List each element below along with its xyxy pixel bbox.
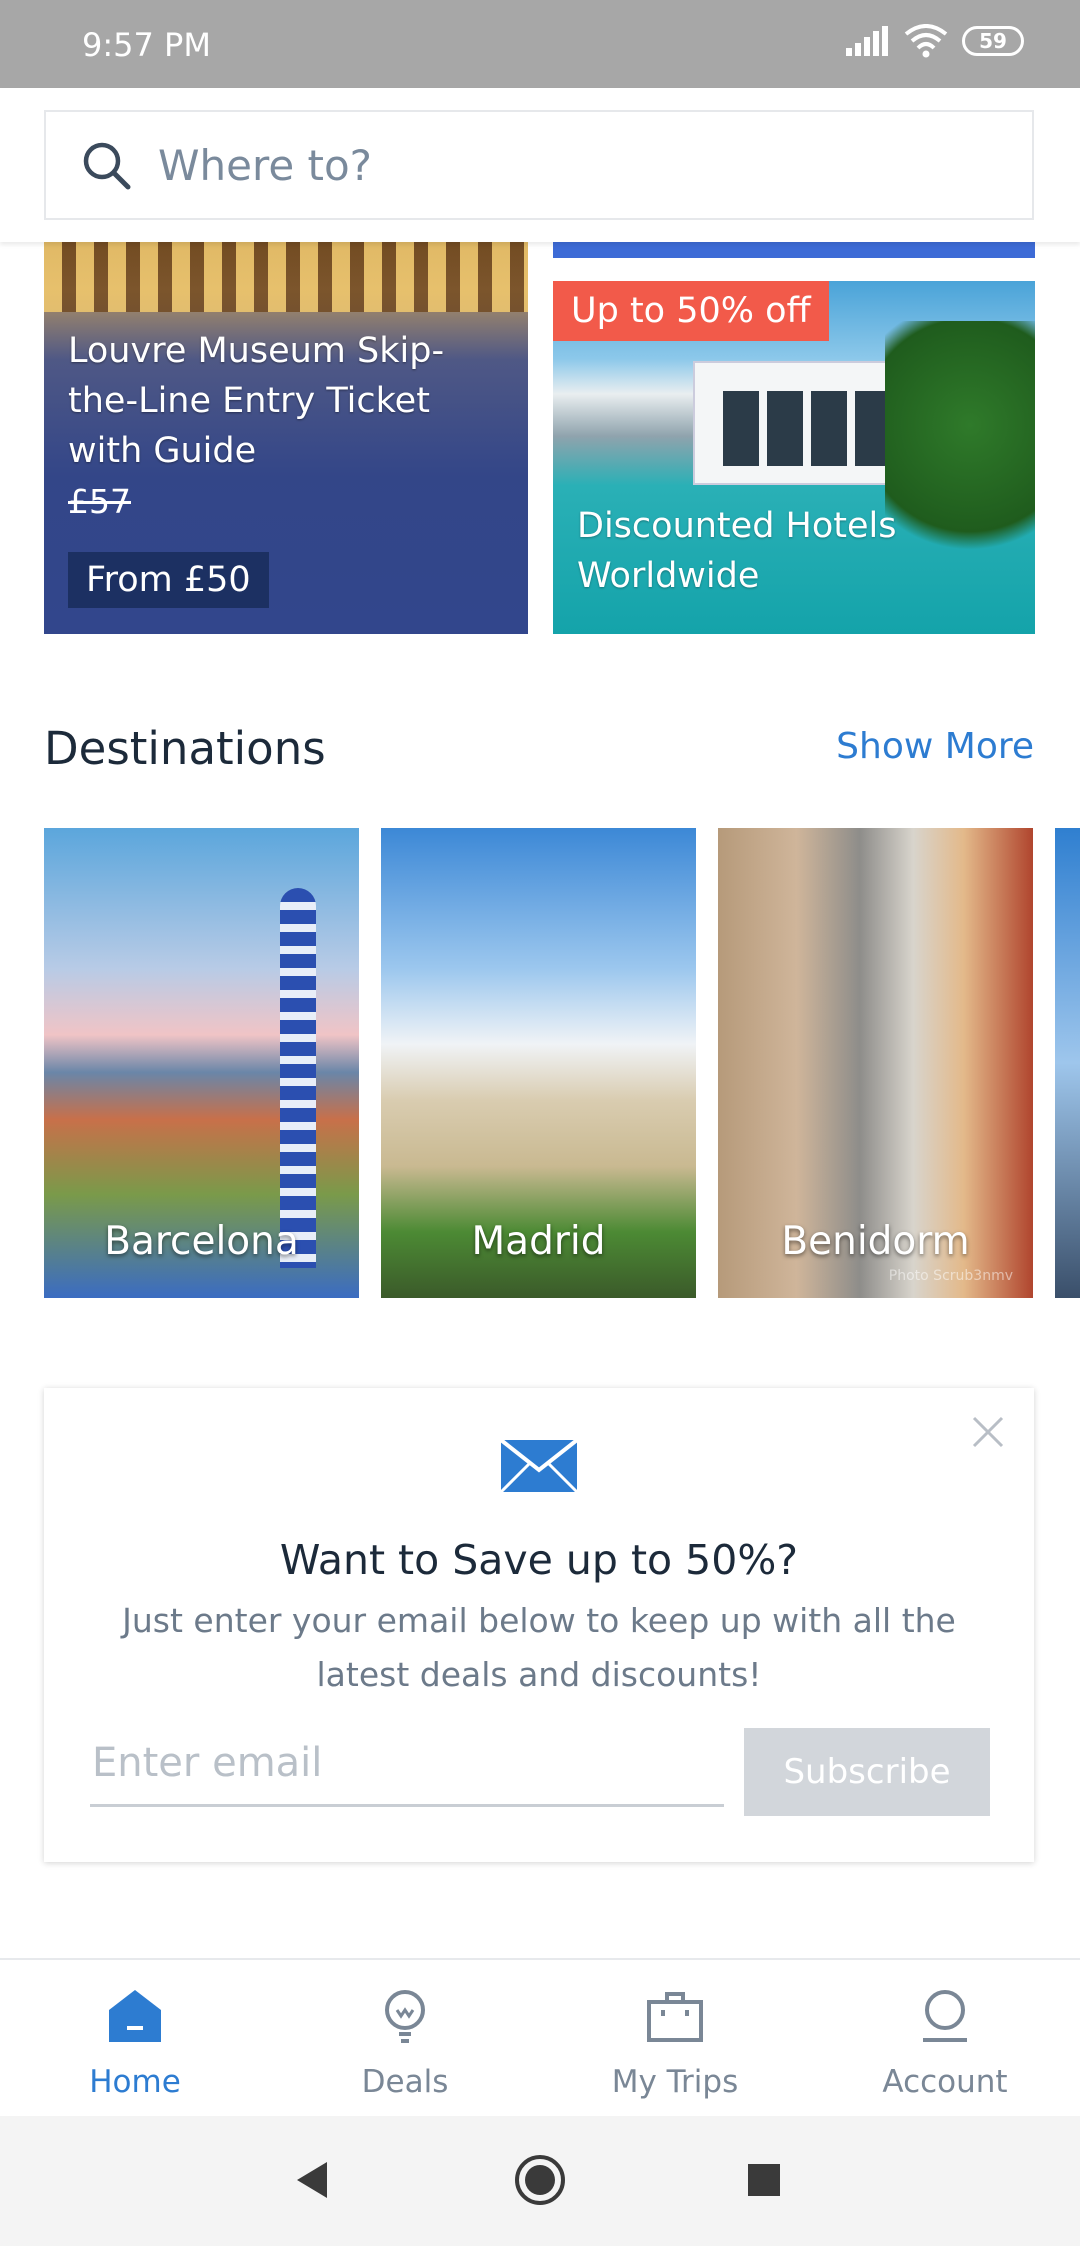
tab-label: Home [89,2064,181,2100]
tab-label: Deals [361,2064,449,2100]
tower-image [280,888,316,1268]
hotel-windows [723,391,893,466]
card-title: Discounted Hotels Worldwide [577,506,897,596]
destinations-header: Destinations Show More [44,722,1034,782]
destination-card-madrid[interactable]: Madrid [381,828,696,1298]
back-icon[interactable] [283,2150,343,2210]
battery-level: 59 [979,29,1007,53]
status-bar: 9:57 PM 59 [0,0,1080,88]
louvre-tour-card[interactable]: Louvre Museum Skip-the-Line Entry Ticket… [44,242,528,634]
status-icons: 59 [846,24,1024,58]
close-icon[interactable] [968,1412,1008,1452]
search-input[interactable] [156,139,960,191]
price-tag: From £50 [68,552,269,608]
recents-icon[interactable] [734,2150,794,2210]
newsletter-heading: Want to Save up to 50%? [279,1536,799,1584]
battery-indicator: 59 [962,26,1024,56]
destination-label: Barcelona [104,1219,299,1264]
tab-deals[interactable]: Deals [270,1960,540,2118]
system-nav-bar [0,2116,1080,2246]
destination-card-barcelona[interactable]: Barcelona [44,828,359,1298]
search-header [0,88,1080,242]
home-button-icon[interactable] [510,2150,570,2210]
photo-credit: Photo Scrub3nmv [888,1268,1013,1284]
subscribe-button[interactable]: Subscribe [744,1728,990,1816]
old-price: £57 [68,482,131,521]
tab-account[interactable]: Account [810,1960,1080,2118]
signal-icon [846,26,888,56]
section-title: Destinations [44,722,326,775]
tab-label: My Trips [611,2064,739,2100]
status-time: 9:57 PM [82,26,211,64]
destination-label: Madrid [471,1219,606,1264]
wifi-icon [904,24,948,58]
search-box[interactable] [44,110,1034,220]
search-icon [83,142,131,190]
tab-home[interactable]: Home [0,1960,270,2118]
newsletter-subtext: Just enter your email below to keep up w… [122,1601,956,1694]
newsletter-card: Want to Save up to 50%? Just enter your … [44,1388,1034,1862]
card-image-strip [553,242,1035,258]
tab-label: Account [882,2064,1008,2100]
lightbulb-icon [385,1990,425,2043]
home-icon [109,1990,161,2042]
show-more-link[interactable]: Show More [836,726,1034,767]
discount-badge: Up to 50% off [553,281,829,341]
hotels-deal-card[interactable]: Up to 50% off Discounted Hotels Worldwid… [553,281,1035,634]
card-image-detail [44,242,528,312]
destination-label: Benidorm [781,1219,970,1264]
account-icon [923,1990,967,2042]
destination-card-benidorm[interactable]: Benidorm Photo Scrub3nmv [718,828,1033,1298]
destination-card-partial[interactable] [1055,828,1080,1298]
email-field[interactable] [90,1722,724,1807]
tab-my-trips[interactable]: My Trips [540,1960,810,2118]
card-title: Louvre Museum Skip-the-Line Entry Ticket… [68,331,445,471]
briefcase-icon [647,1992,703,2042]
envelope-icon [499,1438,579,1494]
bottom-tab-bar: Home Deals My Trips Account [0,1958,1080,2118]
